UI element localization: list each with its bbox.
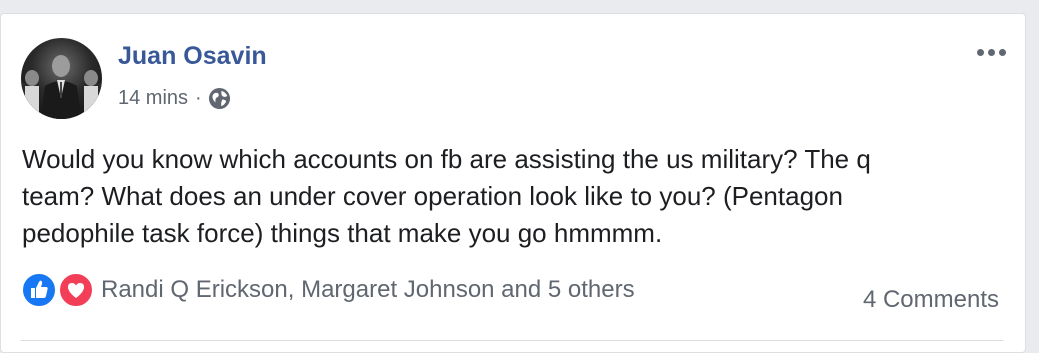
- avatar[interactable]: [21, 38, 102, 119]
- divider: [21, 340, 1003, 341]
- more-dot: [976, 48, 984, 56]
- post-body-line: pedophile task force) things that make y…: [22, 218, 663, 248]
- reactions-summary[interactable]: Randi Q Erickson, Margaret Johnson and 5…: [21, 270, 635, 310]
- love-icon: [58, 272, 94, 308]
- reaction-names: Randi Q Erickson, Margaret Johnson and 5…: [101, 276, 635, 303]
- author-name[interactable]: Juan Osavin: [118, 42, 267, 71]
- post-card: Juan Osavin 14 mins · Would you know whi…: [0, 13, 1026, 353]
- more-options-icon[interactable]: [973, 42, 1009, 62]
- more-dot: [998, 48, 1006, 56]
- more-dot: [987, 48, 995, 56]
- post-body-line: team? What does an under cover operation…: [22, 181, 843, 211]
- post-body-line: Would you know which accounts on fb are …: [22, 144, 871, 174]
- reaction-icons: [21, 272, 97, 308]
- post-meta: 14 mins ·: [118, 86, 231, 110]
- avatar-photo: [21, 55, 102, 119]
- comments-count-link[interactable]: 4 Comments: [863, 286, 999, 314]
- meta-separator: ·: [195, 86, 202, 109]
- post-body: Would you know which accounts on fb are …: [22, 141, 982, 252]
- post-timestamp[interactable]: 14 mins: [118, 87, 188, 110]
- globe-icon[interactable]: [208, 87, 231, 110]
- like-icon: [21, 272, 57, 308]
